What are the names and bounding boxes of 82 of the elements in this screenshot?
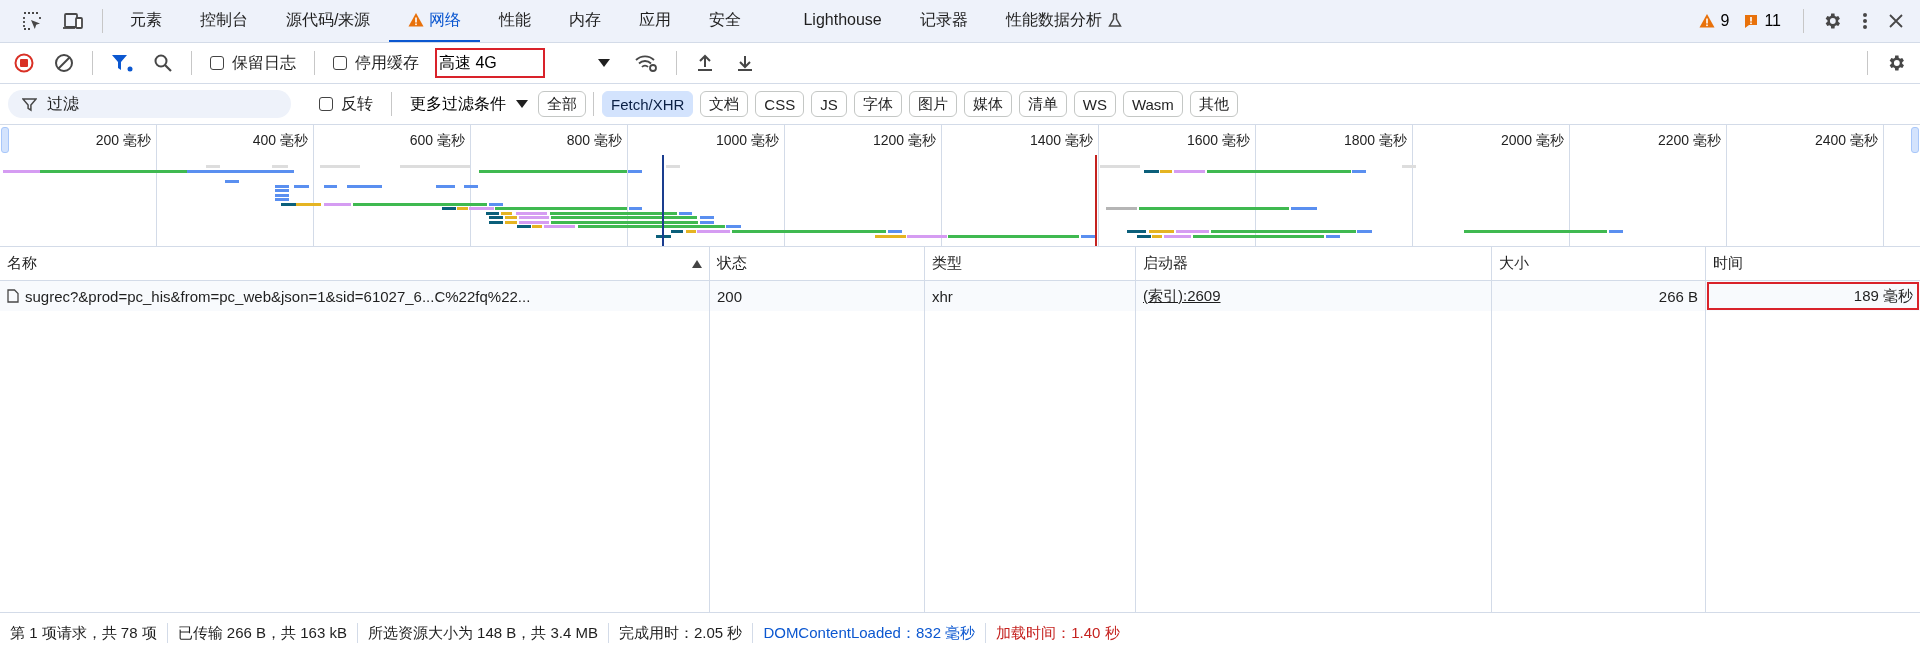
record-button[interactable] (14, 53, 34, 73)
warning-icon (1699, 13, 1716, 29)
time-tick-label: 2400 毫秒 (1814, 132, 1878, 150)
error-icon (1743, 13, 1760, 29)
range-handle[interactable] (1911, 127, 1919, 153)
type-filter-chip[interactable]: CSS (755, 91, 805, 117)
export-button[interactable] (735, 53, 755, 73)
type-filter-chip[interactable]: 图片 (908, 91, 957, 117)
table-cell: 189 毫秒 (1706, 281, 1920, 311)
type-filter-chip[interactable]: 清单 (1018, 91, 1067, 117)
caret-icon (598, 59, 610, 67)
time-tick-label: 1800 毫秒 (1343, 132, 1407, 150)
time-tick-label: 400 毫秒 (252, 132, 308, 150)
network-conditions-button[interactable] (634, 53, 658, 73)
filter-icon (22, 97, 37, 112)
time-tick-label: 1600 毫秒 (1186, 132, 1250, 150)
search-button[interactable] (153, 53, 173, 73)
status-text: 完成用时：2.05 秒 (609, 622, 754, 643)
inspect-element-button[interactable] (22, 11, 42, 31)
more-options-icon[interactable] (1862, 11, 1868, 31)
checkbox-label: 反转 (341, 93, 373, 114)
panel-tab[interactable]: 记录器 (900, 0, 987, 42)
time-tick-label: 800 毫秒 (566, 132, 622, 150)
errors-count[interactable]: 11 (1743, 12, 1781, 30)
status-text: 已传输 266 B，共 163 kB (167, 622, 358, 643)
time-tick-label: 200 毫秒 (95, 132, 151, 150)
throttling-select[interactable]: 高速 4G (435, 48, 610, 78)
time-tick-label: 1200 毫秒 (872, 132, 936, 150)
column-header[interactable]: 名称 (0, 247, 710, 281)
checkbox[interactable] (319, 97, 333, 111)
type-filter-chip[interactable]: 媒体 (963, 91, 1012, 117)
table-cell: 200 (710, 281, 925, 311)
initiator-link[interactable]: (索引):2609 (1143, 286, 1221, 306)
column-header[interactable]: 类型 (925, 247, 1136, 281)
time-tick-label: 600 毫秒 (409, 132, 465, 150)
checkbox[interactable] (333, 56, 347, 70)
panel-tab[interactable]: Lighthouse (784, 0, 901, 42)
type-filter-chip[interactable]: WS (1073, 91, 1116, 117)
type-filter-chip[interactable]: 其他 (1189, 91, 1238, 117)
checkbox-label: 停用缓存 (355, 52, 419, 73)
type-filter-chip[interactable]: JS (811, 91, 847, 117)
more-filters-dropdown[interactable]: 更多过滤条件 (400, 93, 538, 115)
panel-tab[interactable]: 内存 (550, 0, 621, 42)
checkbox[interactable] (210, 56, 224, 70)
panel-tab[interactable]: 源代码/来源 (267, 0, 390, 42)
filter-button[interactable] (111, 53, 133, 73)
checkbox-label: 保留日志 (232, 52, 296, 73)
panel-tab[interactable]: 元素 (111, 0, 181, 42)
type-filter-chip[interactable]: 文档 (700, 91, 749, 117)
panel-tab[interactable]: 性能 (480, 0, 551, 42)
import-button[interactable] (695, 53, 715, 73)
document-icon (7, 289, 19, 303)
panel-tab[interactable]: 性能数据分析 (986, 0, 1142, 42)
range-handle[interactable] (1, 127, 9, 153)
panel-tab[interactable]: 网络 (389, 0, 481, 42)
time-tick-label: 1000 毫秒 (715, 132, 779, 150)
status-text: 第 1 项请求，共 78 项 (0, 622, 168, 643)
warnings-count[interactable]: 9 (1699, 12, 1730, 30)
caret-icon (516, 100, 528, 108)
sort-ascending-icon (692, 259, 702, 268)
time-tick-label: 1400 毫秒 (1029, 132, 1093, 150)
column-header[interactable]: 大小 (1492, 247, 1706, 281)
device-toolbar-button[interactable] (62, 11, 84, 31)
type-filter-chip[interactable]: 字体 (853, 91, 902, 117)
type-filter-chip[interactable]: Wasm (1122, 91, 1183, 117)
clear-button[interactable] (54, 53, 74, 73)
type-filter-chip[interactable]: Fetch/XHR (602, 91, 694, 117)
panel-tab[interactable]: 控制台 (181, 0, 267, 42)
filter-field[interactable]: 过滤 (8, 90, 291, 118)
table-cell: xhr (925, 281, 1136, 311)
status-text: 所选资源大小为 148 B，共 3.4 MB (357, 622, 609, 643)
type-filter-chip[interactable]: 全部 (538, 91, 586, 117)
close-icon[interactable] (1888, 13, 1904, 29)
table-cell: 266 B (1492, 281, 1706, 311)
time-tick-label: 2000 毫秒 (1500, 132, 1564, 150)
time-tick-label: 2200 毫秒 (1657, 132, 1721, 150)
panel-tab[interactable]: 应用 (620, 0, 691, 42)
panel-tab[interactable]: 安全 (690, 0, 761, 42)
status-text: DOMContentLoaded：832 毫秒 (753, 622, 987, 643)
column-header[interactable]: 状态 (710, 247, 925, 281)
column-header[interactable]: 启动器 (1136, 247, 1492, 281)
status-text: 加载时间：1.40 秒 (995, 622, 1121, 643)
